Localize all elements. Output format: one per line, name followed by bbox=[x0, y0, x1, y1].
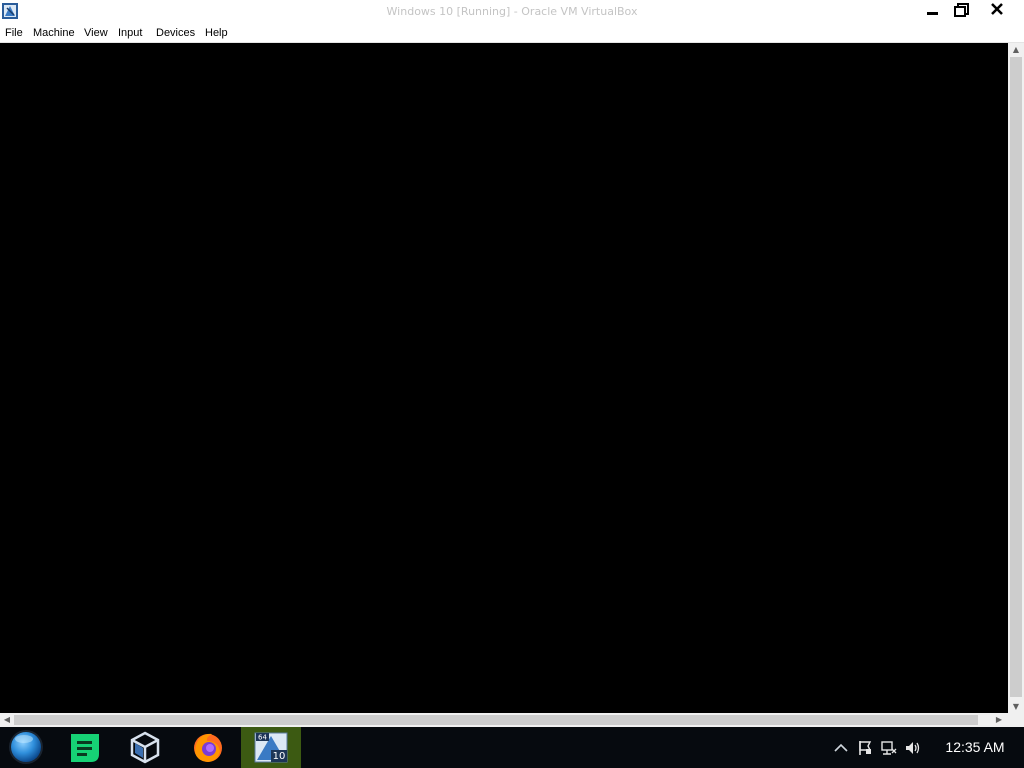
vm-badge-bottom: 10 bbox=[273, 751, 286, 762]
menu-machine[interactable]: Machine bbox=[33, 24, 75, 42]
menu-help[interactable]: Help bbox=[205, 24, 228, 42]
taskbar: 64 10 12:35 AM bbox=[0, 727, 1024, 768]
horizontal-scrollbar[interactable]: ◀ ▶ bbox=[0, 713, 1008, 727]
menu-file[interactable]: File bbox=[5, 24, 23, 42]
menu-view[interactable]: View bbox=[84, 24, 108, 42]
scrollbar-corner bbox=[1008, 713, 1024, 727]
menu-input[interactable]: Input bbox=[118, 24, 142, 42]
window-title: Windows 10 [Running] - Oracle VM Virtual… bbox=[386, 5, 638, 18]
menu-devices[interactable]: Devices bbox=[156, 24, 195, 42]
virtualbox-cube-icon[interactable] bbox=[115, 727, 175, 768]
chevron-up-icon[interactable] bbox=[832, 739, 850, 757]
vm-badge-top: 64 bbox=[258, 734, 267, 742]
vm-window-icon[interactable]: 64 10 bbox=[241, 727, 301, 768]
close-button[interactable] bbox=[980, 0, 1014, 24]
note-lines-icon[interactable] bbox=[55, 727, 115, 768]
restore-button[interactable] bbox=[945, 0, 979, 24]
system-clock[interactable]: 12:35 AM bbox=[935, 727, 1015, 768]
flag-icon[interactable] bbox=[856, 739, 874, 757]
vertical-scrollbar[interactable]: ▲ ▼ bbox=[1008, 43, 1024, 713]
firefox-icon[interactable] bbox=[178, 727, 238, 768]
vertical-scroll-thumb[interactable] bbox=[1010, 57, 1022, 697]
globe-orb-icon[interactable] bbox=[0, 727, 60, 768]
scroll-left-arrow-icon[interactable]: ◀ bbox=[0, 713, 14, 727]
network-icon[interactable] bbox=[880, 739, 898, 757]
scroll-right-arrow-icon[interactable]: ▶ bbox=[992, 713, 1006, 727]
vm-display[interactable] bbox=[0, 43, 1008, 713]
scroll-up-arrow-icon[interactable]: ▲ bbox=[1008, 43, 1024, 56]
scroll-down-arrow-icon[interactable]: ▼ bbox=[1008, 700, 1024, 713]
horizontal-scroll-thumb[interactable] bbox=[14, 715, 978, 725]
minimize-button[interactable] bbox=[915, 0, 949, 24]
menu-bar: File Machine View Input Devices Help bbox=[0, 24, 1024, 43]
volume-icon[interactable] bbox=[904, 739, 922, 757]
title-bar: Windows 10 [Running] - Oracle VM Virtual… bbox=[0, 0, 1024, 24]
